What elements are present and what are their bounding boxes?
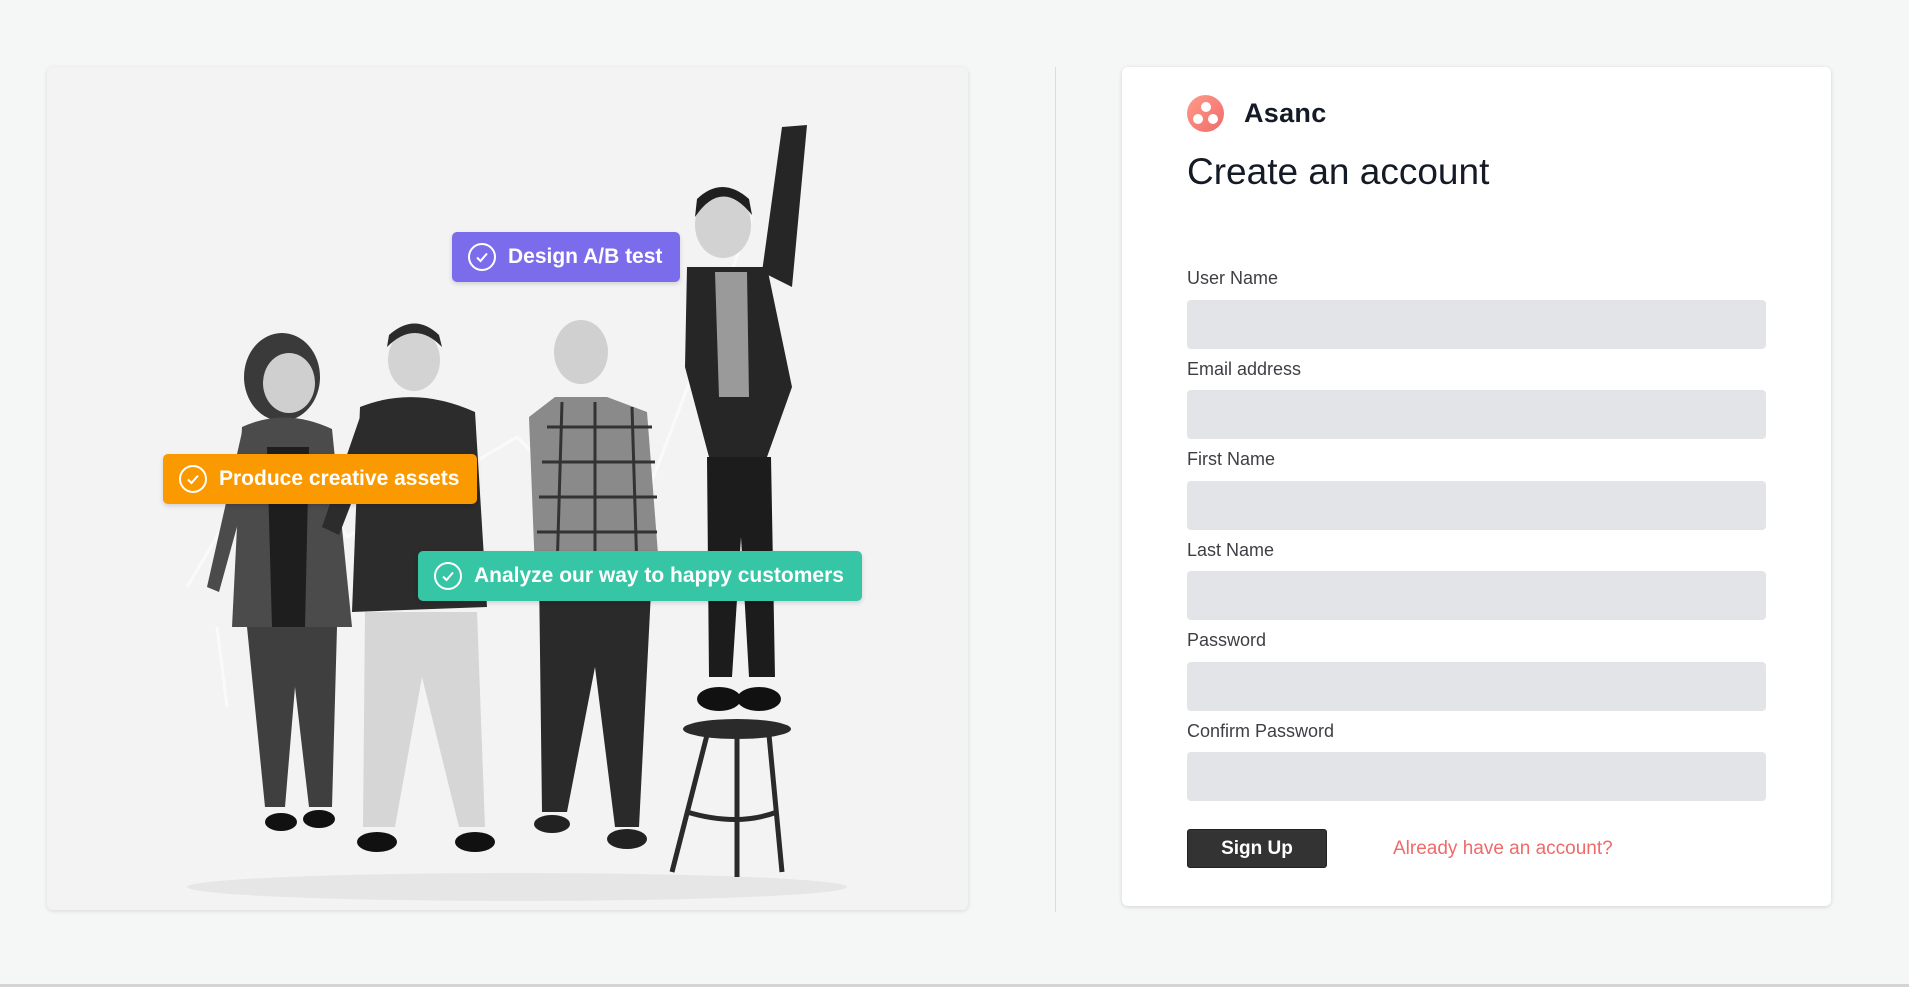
password-label: Password bbox=[1187, 630, 1267, 650]
brand: Asanc bbox=[1187, 95, 1327, 132]
last-name-label: Last Name bbox=[1187, 540, 1275, 560]
sign-up-button[interactable]: Sign Up bbox=[1187, 829, 1327, 868]
check-icon bbox=[468, 243, 496, 271]
task-chip-label: Analyze our way to happy customers bbox=[474, 564, 844, 587]
task-chip-design: Design A/B test bbox=[452, 232, 681, 282]
person-1 bbox=[207, 333, 352, 831]
password-input[interactable] bbox=[1187, 662, 1766, 711]
email-label: Email address bbox=[1187, 359, 1302, 379]
three-dots-logo-icon bbox=[1187, 95, 1224, 132]
first-name-label: First Name bbox=[1187, 449, 1276, 469]
username-label: User Name bbox=[1187, 268, 1279, 288]
login-link[interactable]: Already have an account? bbox=[1393, 838, 1613, 860]
person-4 bbox=[669, 125, 807, 877]
hero-card: Design A/B test Produce creative assets … bbox=[47, 67, 968, 910]
vertical-divider bbox=[1055, 67, 1056, 912]
confirm-password-label: Confirm Password bbox=[1187, 721, 1335, 741]
brand-name: Asanc bbox=[1244, 98, 1327, 128]
last-name-input[interactable] bbox=[1187, 571, 1766, 620]
check-icon bbox=[179, 465, 207, 493]
first-name-input[interactable] bbox=[1187, 481, 1766, 530]
task-chip-produce: Produce creative assets bbox=[163, 454, 478, 504]
email-input[interactable] bbox=[1187, 390, 1766, 439]
confirm-password-input[interactable] bbox=[1187, 752, 1766, 801]
signup-card: Asanc Create an account User Name Email … bbox=[1122, 67, 1831, 906]
task-chip-label: Design A/B test bbox=[508, 245, 663, 268]
check-icon bbox=[434, 562, 462, 590]
page-title: Create an account bbox=[1187, 151, 1490, 192]
task-chip-label: Produce creative assets bbox=[219, 467, 460, 490]
username-input[interactable] bbox=[1187, 300, 1766, 349]
task-chip-analyze: Analyze our way to happy customers bbox=[418, 551, 862, 601]
